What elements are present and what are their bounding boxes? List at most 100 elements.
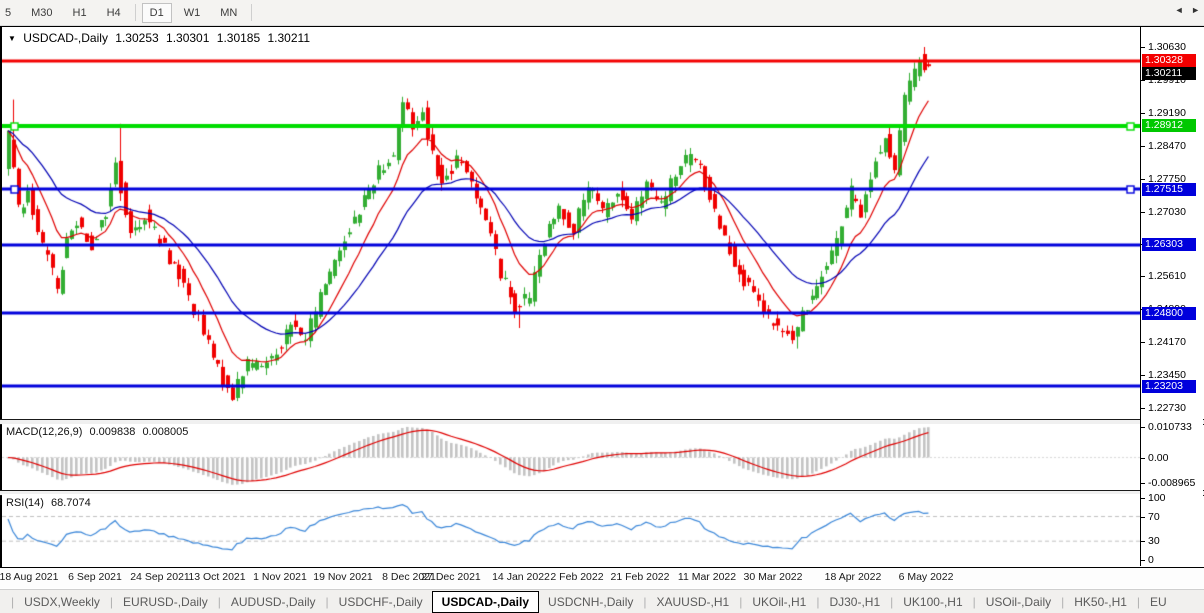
tab-dj30-h1[interactable]: DJ30-,H1	[820, 592, 889, 612]
price-tick-mark	[1141, 47, 1145, 48]
date-label: 1 Nov 2021	[253, 571, 307, 583]
macd-name: MACD(12,26,9)	[6, 426, 82, 438]
timeframe-M30[interactable]: M30	[23, 3, 60, 23]
current-price-badge[interactable]: 1.30211	[1142, 67, 1196, 80]
date-label: 30 Mar 2022	[744, 571, 803, 583]
toolbar-separator	[251, 4, 252, 21]
price-tick-label: 1.27030	[1148, 206, 1186, 218]
macd-axis-label: 0.010733	[1141, 421, 1192, 433]
tab-scroll-arrows: ◄ ►	[1170, 5, 1200, 15]
price-tick-mark	[1141, 408, 1145, 409]
tab-audusd-daily[interactable]: AUDUSD-,Daily	[222, 592, 325, 612]
tab-eu[interactable]: EU	[1141, 592, 1176, 612]
resistance-line-price-badge[interactable]: 1.30328	[1142, 54, 1196, 67]
rsi-tick-label: 0	[1148, 554, 1154, 566]
price-tick-mark	[1141, 113, 1145, 114]
price-tick-mark	[1141, 375, 1145, 376]
green-line-price-badge[interactable]: 1.28912	[1142, 119, 1196, 132]
tab-usdx-weekly[interactable]: USDX,Weekly	[15, 592, 109, 612]
blue-line-price-1-badge[interactable]: 1.27515	[1142, 183, 1196, 196]
rsi-label: RSI(14) 68.7074	[6, 497, 95, 509]
chart-dropdown-icon[interactable]: ▼	[8, 34, 16, 43]
timeframe-H4[interactable]: H4	[99, 3, 129, 23]
macd-axis-label: 0.00	[1141, 452, 1168, 464]
chart-symbol-period: USDCAD-,Daily	[23, 31, 108, 45]
macd-tick-mark	[1141, 427, 1145, 428]
macd-axis-label: -0.008965	[1141, 477, 1195, 489]
price-tick-mark	[1141, 146, 1145, 147]
rsi-axis-label: 30	[1141, 535, 1160, 547]
price-tick: 1.30630	[1141, 41, 1186, 53]
rsi-panel-canvas[interactable]	[2, 494, 1140, 564]
date-label: 6 May 2022	[899, 571, 954, 583]
price-tick-mark	[1141, 342, 1145, 343]
tab-usdchf-daily[interactable]: USDCHF-,Daily	[330, 592, 432, 612]
macd-tick-label: 0.010733	[1148, 421, 1192, 433]
macd-tick-label: 0.00	[1148, 452, 1168, 464]
rsi-axis-label: 100	[1141, 492, 1166, 504]
date-label: 21 Feb 2022	[611, 571, 670, 583]
timeframe-5[interactable]: 5	[0, 3, 19, 23]
price-tick-label: 1.30630	[1148, 41, 1186, 53]
timeframe-toolbar: 5M30H1H4 D1W1MN	[0, 0, 1204, 26]
chart-title: ▼ USDCAD-,Daily 1.30253 1.30301 1.30185 …	[8, 31, 314, 45]
rsi-value: 68.7074	[51, 497, 91, 509]
price-tick-label: 1.22730	[1148, 402, 1186, 414]
tab-scroll-right-icon[interactable]: ►	[1191, 5, 1200, 15]
macd-value-signal: 0.008005	[142, 426, 188, 438]
date-label: 27 Dec 2021	[421, 571, 481, 583]
date-label: 6 Sep 2021	[68, 571, 122, 583]
price-tick-label: 1.24170	[1148, 336, 1186, 348]
tab-hk50-h1[interactable]: HK50-,H1	[1065, 592, 1136, 612]
symbol-tab-bar: |USDX,Weekly|EURUSD-,Daily|AUDUSD-,Daily…	[0, 589, 1204, 613]
rsi-tick-mark	[1141, 560, 1145, 561]
date-label: 18 Apr 2022	[825, 571, 882, 583]
ohlc-high: 1.30301	[166, 31, 209, 45]
rsi-tick-mark	[1141, 517, 1145, 518]
macd-tick-label: -0.008965	[1148, 477, 1195, 489]
blue-line-price-2-badge[interactable]: 1.26303	[1142, 238, 1196, 251]
timeframe-W1[interactable]: W1	[176, 3, 209, 23]
timeframe-H1[interactable]: H1	[65, 3, 95, 23]
tab-eurusd-daily[interactable]: EURUSD-,Daily	[114, 592, 217, 612]
price-tick-label: 1.25610	[1148, 270, 1186, 282]
rsi-tick-label: 100	[1148, 492, 1166, 504]
price-tick-mark	[1141, 212, 1145, 213]
price-tick-label: 1.29190	[1148, 107, 1186, 119]
price-axis[interactable]: 1.306301.299101.291901.284701.277501.270…	[1141, 27, 1203, 564]
rsi-tick-mark	[1141, 498, 1145, 499]
ohlc-open: 1.30253	[115, 31, 158, 45]
timeframe-MN[interactable]: MN	[212, 3, 245, 23]
date-label: 2 Feb 2022	[550, 571, 603, 583]
date-axis[interactable]: 18 Aug 20216 Sep 202124 Sep 202113 Oct 2…	[0, 568, 1204, 588]
tab-usdcad-daily[interactable]: USDCAD-,Daily	[432, 591, 539, 613]
date-label: 11 Mar 2022	[678, 571, 736, 583]
tab-scroll-left-icon[interactable]: ◄	[1175, 5, 1184, 15]
rsi-tick-label: 70	[1148, 511, 1160, 523]
tab-usdcnh-daily[interactable]: USDCNH-,Daily	[539, 592, 642, 612]
date-label: 18 Aug 2021	[0, 571, 58, 583]
ohlc-close: 1.30211	[268, 31, 311, 45]
timeframe-D1[interactable]: D1	[142, 3, 172, 23]
price-tick-mark	[1141, 179, 1145, 180]
rsi-axis-label: 70	[1141, 511, 1160, 523]
blue-line-price-3-badge[interactable]: 1.24800	[1142, 307, 1196, 320]
tab-ukoil-h1[interactable]: UKOil-,H1	[743, 592, 815, 612]
price-tick-label: 1.28470	[1148, 140, 1186, 152]
rsi-tick-mark	[1141, 541, 1145, 542]
price-tick: 1.27030	[1141, 206, 1186, 218]
date-label: 14 Jan 2022	[492, 571, 550, 583]
tab-usoil-daily[interactable]: USOil-,Daily	[977, 592, 1060, 612]
ohlc-low: 1.30185	[217, 31, 260, 45]
price-tick: 1.29190	[1141, 107, 1186, 119]
rsi-name: RSI(14)	[6, 497, 44, 509]
toolbar-separator	[135, 4, 136, 21]
macd-tick-mark	[1141, 483, 1145, 484]
price-tick: 1.28470	[1141, 140, 1186, 152]
main-chart-canvas[interactable]	[2, 27, 1140, 419]
blue-line-price-4-badge[interactable]: 1.23203	[1142, 380, 1196, 393]
rsi-tick-label: 30	[1148, 535, 1160, 547]
price-tick: 1.22730	[1141, 402, 1186, 414]
tab-xauusd-h1[interactable]: XAUUSD-,H1	[648, 592, 739, 612]
tab-uk100-h1[interactable]: UK100-,H1	[894, 592, 971, 612]
